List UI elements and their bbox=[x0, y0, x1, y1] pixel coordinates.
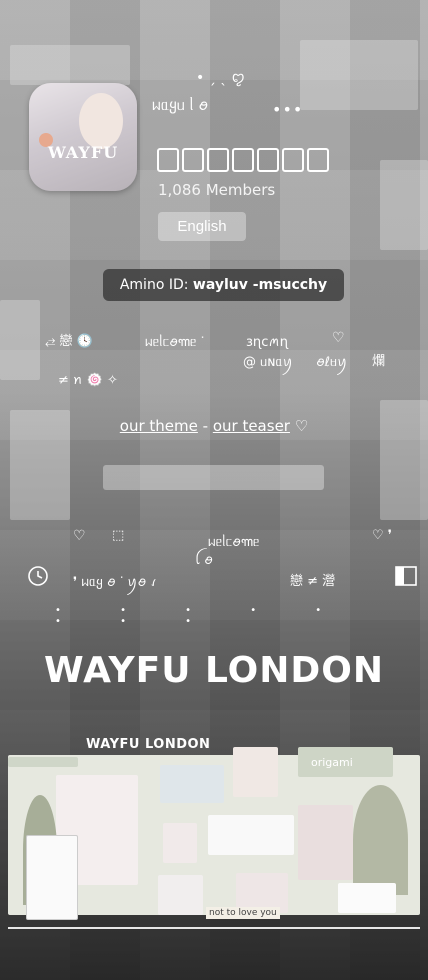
bio-fragment: @ ᥙɴᥲꪗ bbox=[243, 355, 293, 370]
clock-icon bbox=[27, 565, 49, 592]
amino-id-badge[interactable]: Amino ID: wayluv -msucchy bbox=[103, 269, 344, 301]
level-segment bbox=[257, 148, 279, 172]
photo-thumbnail bbox=[160, 765, 224, 803]
dot-divider: • • • • • • • • bbox=[55, 605, 350, 627]
bio-fragment: ≠ ꪀ 🍥 ✧ bbox=[58, 373, 118, 388]
level-segment bbox=[232, 148, 254, 172]
level-segment bbox=[182, 148, 204, 172]
bio-fragment: ꪶ ꪮ bbox=[195, 553, 213, 568]
tape-decoration bbox=[8, 757, 78, 767]
bio-fragment: ⬚ bbox=[112, 528, 125, 543]
portrait-image bbox=[79, 93, 123, 149]
notes-tag: not to love you bbox=[206, 907, 280, 919]
community-logo-text: WAYFU bbox=[47, 143, 119, 162]
member-count[interactable]: 1,086 Members bbox=[158, 181, 275, 199]
level-segment bbox=[282, 148, 304, 172]
title-decoration: • ˏ ˎ ꨄ bbox=[196, 70, 245, 86]
community-icon[interactable]: WAYFU bbox=[29, 83, 137, 191]
bio-fragment: 爛 bbox=[372, 354, 386, 369]
bio-fragment: 戀 ≠ 瀯 bbox=[290, 574, 336, 589]
bio-fragment: ꪮℓᥛꪗ bbox=[316, 355, 348, 370]
more-options-icon[interactable]: ••• bbox=[272, 100, 303, 119]
community-level-bar bbox=[157, 148, 329, 172]
banner-headline: WAYFU LONDON bbox=[44, 650, 384, 691]
photo-thumbnail bbox=[163, 823, 197, 863]
plant-decoration bbox=[353, 785, 408, 895]
level-segment bbox=[307, 148, 329, 172]
blank-bar bbox=[103, 465, 324, 490]
bio-fragment: ⥄ 戀 🕓 bbox=[45, 334, 93, 349]
bio-fragment: ᥕᥱᥣᥴꪮ꧑ᥱ bbox=[208, 535, 260, 550]
photo-thumbnail bbox=[298, 805, 353, 880]
level-segment bbox=[157, 148, 179, 172]
window-icon bbox=[394, 565, 418, 592]
our-theme-link[interactable]: our theme bbox=[120, 417, 198, 435]
heart-icon: ♡ bbox=[332, 330, 345, 346]
heart-icon: ♡ bbox=[73, 528, 86, 544]
our-teaser-link[interactable]: our teaser bbox=[213, 417, 290, 435]
text-card bbox=[208, 815, 294, 855]
links-separator: - bbox=[197, 417, 213, 435]
bio-fragment: ♡ ❜ bbox=[372, 528, 392, 543]
language-button[interactable]: English bbox=[158, 212, 246, 241]
heart-icon: ♡ bbox=[294, 417, 309, 435]
divider-line bbox=[8, 927, 420, 929]
level-segment bbox=[207, 148, 229, 172]
text-card bbox=[338, 883, 396, 913]
amino-id-value: wayluv -msucchy bbox=[192, 277, 328, 293]
bio-fragment: ❜ ᥕᥲყ ꪮ ᐝ ꪗꪮ ꪹ bbox=[73, 575, 157, 590]
amino-id-label: Amino ID: bbox=[119, 277, 189, 293]
community-title: ᥕᥲყᥙ ᥣ ꪮ bbox=[152, 96, 209, 114]
theme-links: our theme - our teaser ♡ bbox=[0, 417, 428, 435]
photo-thumbnail bbox=[233, 747, 278, 797]
bio-fragment: ᥕᥱᥣᥴꪮ꧑ᥱ ᐝ bbox=[145, 335, 204, 350]
collage-title: WAYFU LONDON bbox=[86, 737, 211, 752]
phone-mockup bbox=[26, 835, 78, 920]
banner-collage[interactable]: WAYFU LONDON origami not to love you bbox=[8, 735, 420, 930]
origami-label: origami bbox=[311, 756, 353, 769]
photo-thumbnail bbox=[158, 875, 203, 915]
